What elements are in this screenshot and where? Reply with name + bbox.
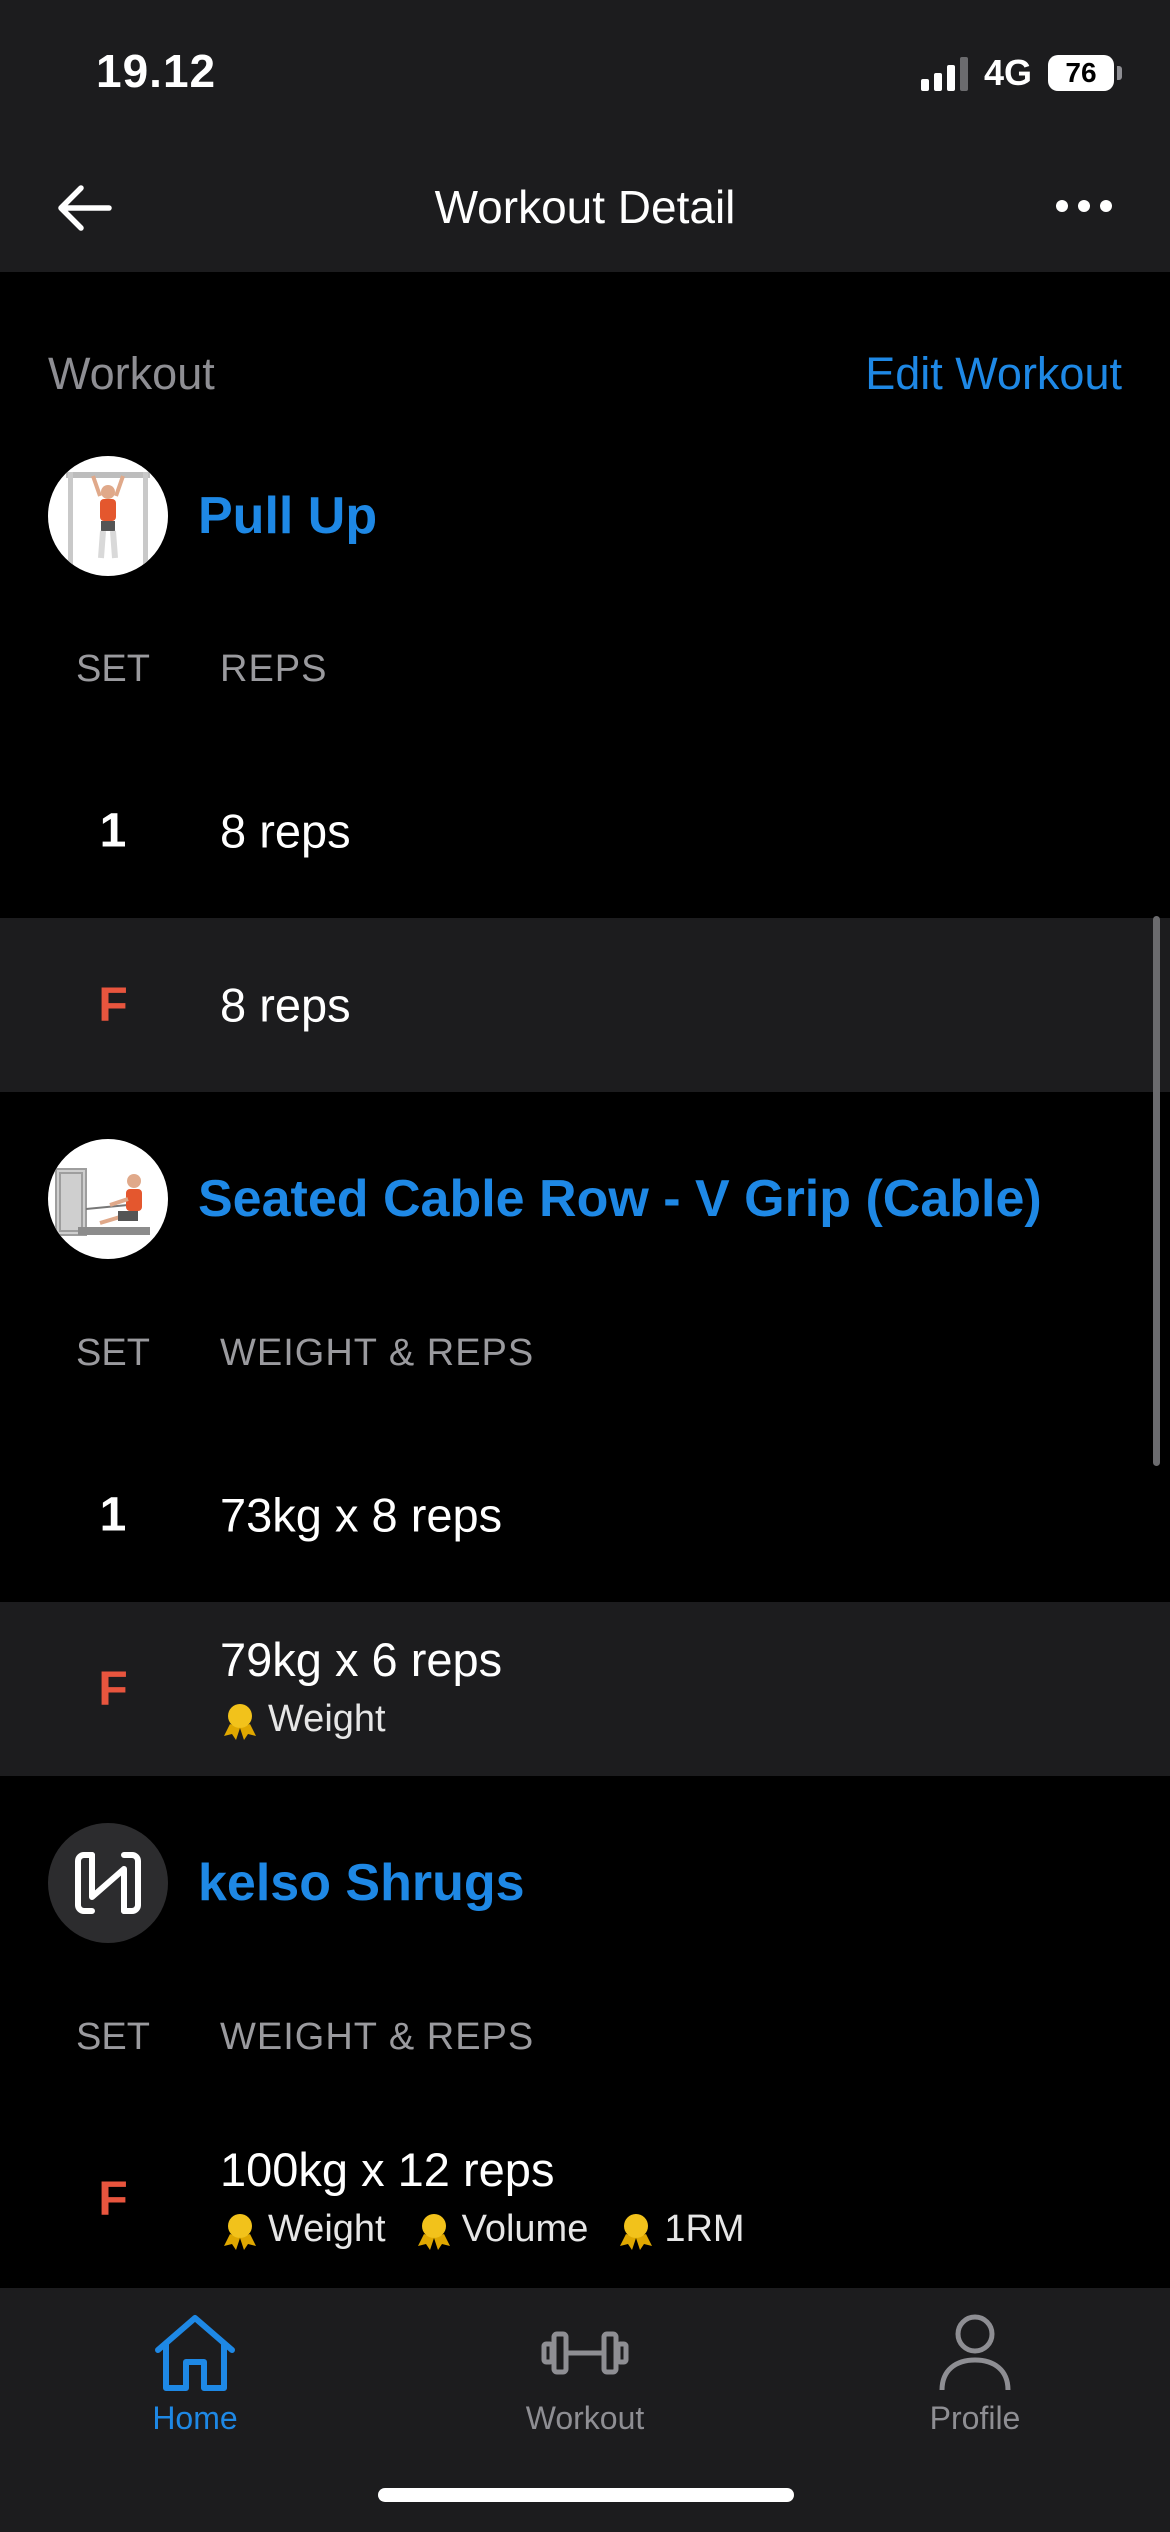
more-dots-icon [1056, 200, 1068, 212]
badge-label: Weight [268, 2208, 386, 2250]
record-badge: Volume [414, 2208, 589, 2251]
set-value: 73kg x 8 reps [220, 1488, 503, 1542]
column-header: SET WEIGHT & REPS [0, 1322, 1170, 1382]
exercise-header[interactable]: kelso Shrugs [48, 1823, 525, 1943]
record-badge: Weight [220, 2208, 386, 2251]
exercise-name: Seated Cable Row - V Grip (Cable) [198, 1170, 1042, 1228]
scrollbar[interactable] [1153, 916, 1160, 1466]
set-number: F [98, 1662, 128, 1716]
record-badge: Weight [220, 1698, 386, 1741]
home-icon [155, 2315, 235, 2391]
set-value: 8 reps [220, 804, 351, 858]
set-value: 8 reps [220, 978, 351, 1032]
section-header: Workout Edit Workout [48, 348, 1122, 400]
column-header: SET WEIGHT & REPS [0, 2006, 1170, 2066]
medal-icon [620, 2213, 653, 2250]
badge-label: 1RM [664, 2208, 745, 2250]
exercise-name: kelso Shrugs [198, 1854, 525, 1912]
column-header: SET REPS [0, 638, 1170, 698]
exercise-header[interactable]: Pull Up [48, 456, 377, 576]
set-column-label: SET [76, 648, 150, 690]
set-column-label: SET [76, 2016, 150, 2058]
home-indicator [378, 2488, 794, 2502]
set-number: 1 [99, 804, 127, 858]
section-label: Workout [48, 348, 215, 399]
custom-exercise-icon [48, 1823, 168, 1943]
tab-label: Profile [929, 2400, 1021, 2436]
value-column-label: WEIGHT & REPS [220, 1332, 535, 1374]
more-options-button[interactable] [1042, 176, 1126, 236]
exercise-header[interactable]: Seated Cable Row - V Grip (Cable) [48, 1139, 1042, 1259]
tab-label: Home [152, 2400, 238, 2436]
record-badge: 1RM [616, 2208, 745, 2251]
set-value: 79kg x 6 reps [220, 1633, 503, 1686]
value-column-label: REPS [220, 648, 328, 690]
profile-icon [939, 2314, 1011, 2391]
medal-icon [224, 2213, 256, 2250]
set-row: F 79kg x 6 reps Weight [0, 1602, 1170, 1776]
tab-home[interactable]: Home [75, 2310, 315, 2437]
exercise-name: Pull Up [198, 487, 378, 545]
dumbbell-icon [541, 2331, 629, 2375]
battery-icon: 76 [1048, 55, 1122, 91]
badge-label: Volume [461, 2208, 589, 2250]
set-row: F 100kg x 12 reps Weight Volume 1RM [0, 2112, 1170, 2286]
set-number: F [98, 2172, 128, 2226]
set-row: 1 8 reps [0, 744, 1170, 918]
record-badges: Weight [220, 1698, 386, 1741]
record-badges: Weight Volume 1RM [220, 2208, 745, 2251]
cable-row-illustration [48, 1139, 168, 1259]
status-indicators: 4G 76 [920, 52, 1122, 94]
set-value: 100kg x 12 reps [220, 2143, 555, 2196]
value-column-label: WEIGHT & REPS [220, 2016, 535, 2058]
set-row: 1 73kg x 8 reps [0, 1428, 1170, 1602]
edit-workout-link[interactable]: Edit Workout [865, 348, 1122, 400]
tab-profile[interactable]: Profile [855, 2310, 1095, 2437]
badge-label: Weight [268, 1698, 386, 1740]
top-bar: 19.12 4G 76 Workout Detail [0, 0, 1170, 272]
page-title: Workout Detail [434, 181, 736, 233]
medal-icon [417, 2213, 450, 2250]
set-number: F [98, 978, 128, 1032]
set-row: F 8 reps [0, 918, 1170, 1092]
workout-detail-content[interactable]: Workout Edit Workout Pull Up SET REPS 1 … [0, 272, 1170, 2288]
set-column-label: SET [76, 1332, 150, 1374]
status-time: 19.12 [96, 45, 217, 97]
set-number: 1 [99, 1488, 127, 1542]
medal-icon [224, 1703, 256, 1740]
cellular-signal-icon [920, 55, 968, 91]
pull-up-illustration [48, 456, 168, 576]
network-type: 4G [983, 52, 1032, 93]
tab-label: Workout [525, 2400, 645, 2436]
tab-workout[interactable]: Workout [465, 2310, 705, 2437]
